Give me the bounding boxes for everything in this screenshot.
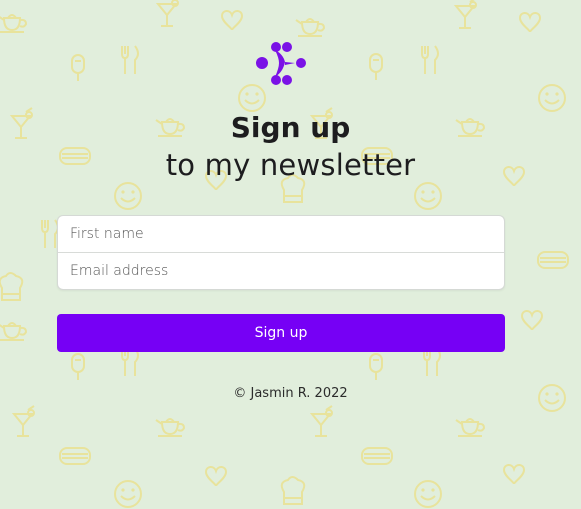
signup-form [57,215,505,290]
copyright-footer: © Jasmin R. 2022 [233,386,348,401]
chevron-dots-logo-icon [256,42,306,85]
page-subtitle: to my newsletter [165,148,416,182]
signup-page: Sign up to my newsletter Sign up © Jasmi… [0,0,581,509]
first-name-field[interactable] [58,216,504,252]
email-field[interactable] [58,253,504,289]
page-title: Sign up [230,111,351,144]
sign-up-button[interactable]: Sign up [57,314,505,352]
